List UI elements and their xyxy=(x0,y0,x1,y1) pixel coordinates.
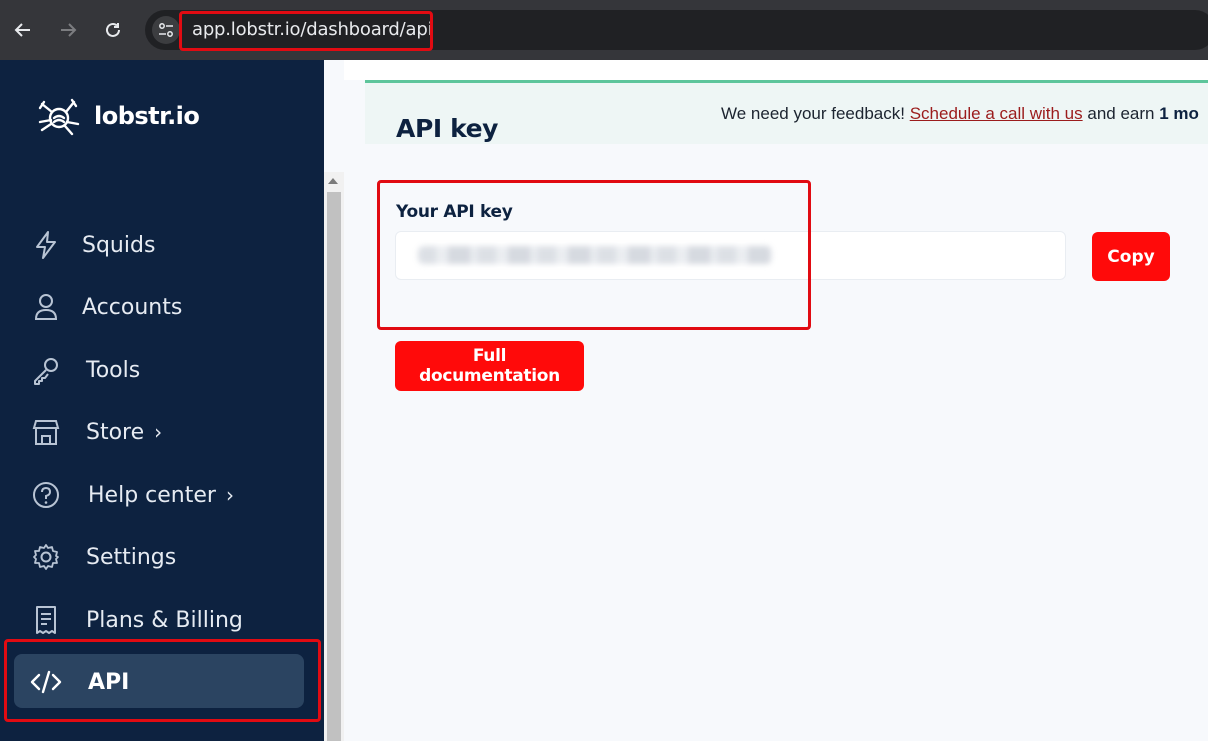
full-documentation-button[interactable]: Full documentation xyxy=(395,341,584,391)
gear-icon xyxy=(28,539,64,575)
key-icon xyxy=(28,352,64,388)
feedback-bold-text: 1 mo xyxy=(1159,104,1199,123)
api-key-highlight-box xyxy=(377,180,811,330)
forward-button[interactable] xyxy=(53,15,83,45)
tune-icon xyxy=(159,23,173,37)
sidebar-item-squids[interactable]: Squids xyxy=(28,223,155,267)
sidebar-item-settings[interactable]: Settings xyxy=(28,535,176,579)
top-strip xyxy=(344,60,1208,80)
arrow-right-icon xyxy=(61,23,77,37)
reload-icon xyxy=(106,22,120,37)
bolt-icon xyxy=(28,227,64,263)
sidebar-item-label: Help center xyxy=(88,482,216,508)
schedule-call-link[interactable]: Schedule a call with us xyxy=(910,104,1083,123)
sidebar-item-store[interactable]: Store › xyxy=(28,410,162,454)
brand-logo[interactable]: lobstr.io xyxy=(34,92,200,140)
url-highlight-box xyxy=(179,11,433,51)
arrow-left-icon xyxy=(14,23,30,37)
sidebar-item-label: Store xyxy=(86,419,145,445)
sidebar-item-plans-billing[interactable]: Plans & Billing xyxy=(28,598,243,642)
user-icon xyxy=(28,289,64,325)
page-title: API key xyxy=(396,114,499,143)
sidebar-item-label: Squids xyxy=(82,232,156,258)
sidebar-item-label: Plans & Billing xyxy=(86,607,243,633)
feedback-message: We need your feedback! Schedule a call w… xyxy=(721,104,1199,124)
sidebar-item-tools[interactable]: Tools xyxy=(28,348,140,392)
help-circle-icon xyxy=(28,477,64,513)
feedback-text: We need your feedback! xyxy=(721,104,910,123)
store-icon xyxy=(28,414,64,450)
api-highlight-box xyxy=(4,639,321,722)
chevron-right-icon: › xyxy=(225,483,234,507)
sidebar-item-accounts[interactable]: Accounts xyxy=(28,285,182,329)
sidebar-item-label: Accounts xyxy=(82,294,183,320)
lobster-logo-icon xyxy=(38,98,80,136)
sidebar-item-label: Settings xyxy=(86,544,177,570)
scrollbar-thumb[interactable] xyxy=(327,192,341,741)
copy-button[interactable]: Copy xyxy=(1092,232,1170,281)
back-button[interactable] xyxy=(8,15,38,45)
receipt-icon xyxy=(28,602,64,638)
site-info-button[interactable] xyxy=(152,16,180,44)
chevron-right-icon: › xyxy=(154,420,163,444)
reload-button[interactable] xyxy=(98,15,128,45)
sidebar-item-label: Tools xyxy=(86,357,141,383)
feedback-text-after: and earn xyxy=(1082,104,1160,123)
brand-name: lobstr.io xyxy=(94,102,200,130)
main-content xyxy=(344,60,1208,741)
scroll-up-arrow-icon[interactable] xyxy=(328,178,338,184)
sidebar-item-help-center[interactable]: Help center › xyxy=(28,473,234,517)
